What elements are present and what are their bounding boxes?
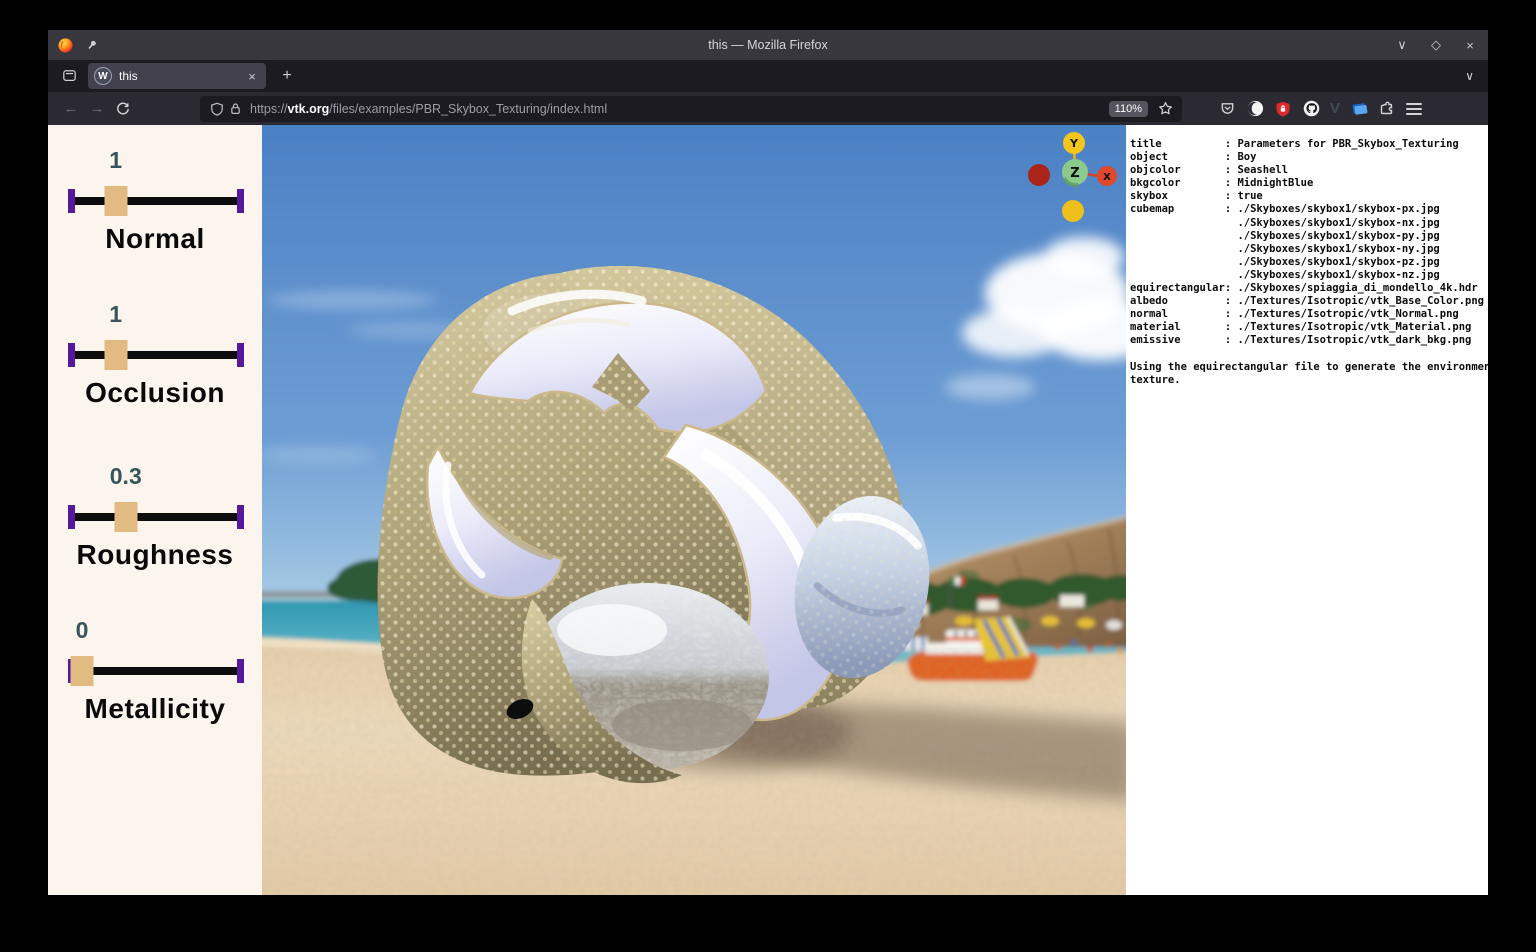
slider-value: 1 — [109, 301, 123, 327]
shield-icon[interactable] — [208, 100, 226, 118]
firefox-view-button[interactable] — [56, 65, 82, 87]
folder-extension-icon[interactable] — [1350, 100, 1368, 118]
slider-track[interactable] — [68, 656, 244, 686]
controls-sidebar: 1 Normal 1 Occlusion 0.3 Roughness 0 Met… — [48, 125, 262, 895]
lock-icon[interactable] — [226, 100, 244, 118]
axis-x-label: X — [1103, 172, 1111, 183]
slider-value: 1 — [109, 147, 123, 173]
page-content: 1 Normal 1 Occlusion 0.3 Roughness 0 Met… — [48, 125, 1488, 895]
slider-handle[interactable] — [114, 502, 138, 532]
v-extension-icon[interactable]: V — [1330, 100, 1340, 117]
firefox-window: this — Mozilla Firefox ∨ ◇ × W this × + … — [48, 30, 1488, 895]
tab-title: this — [119, 69, 138, 83]
occlusion-slider: 1 Occlusion — [48, 301, 262, 411]
window-title: this — Mozilla Firefox — [708, 38, 828, 52]
bookmark-star-icon[interactable] — [1156, 100, 1174, 118]
maximize-button[interactable]: ◇ — [1428, 37, 1444, 53]
wordpress-favicon-icon: W — [94, 67, 112, 85]
new-tab-button[interactable]: + — [276, 65, 298, 87]
close-button[interactable]: × — [1462, 38, 1478, 53]
metallicity-slider: 0 Metallicity — [48, 617, 262, 727]
slider-label: Metallicity — [84, 693, 226, 724]
menu-button[interactable] — [1406, 102, 1423, 115]
slider-label: Occlusion — [85, 377, 225, 408]
pocket-extension-icon[interactable] — [1218, 100, 1236, 118]
roughness-slider: 0.3 Roughness — [48, 463, 262, 573]
github-extension-icon[interactable] — [1302, 100, 1320, 118]
parameters-panel: title : Parameters for PBR_Skybox_Textur… — [1126, 125, 1488, 895]
slider-handle[interactable] — [104, 340, 128, 370]
slider-value: 0 — [75, 617, 89, 643]
slider-label: Normal — [105, 223, 205, 254]
back-button[interactable]: ← — [58, 97, 84, 121]
slider-handle[interactable] — [104, 186, 128, 216]
navigation-toolbar: ← → https://vtk.org/files/examples/PBR_S… — [48, 92, 1488, 125]
browser-tab[interactable]: W this × — [88, 63, 266, 89]
render-canvas[interactable]: Y Z X — [262, 125, 1126, 895]
url-text[interactable]: https://vtk.org/files/examples/PBR_Skybo… — [250, 102, 1109, 116]
pin-icon — [82, 36, 100, 54]
tab-close-button[interactable]: × — [244, 69, 260, 84]
url-bar[interactable]: https://vtk.org/files/examples/PBR_Skybo… — [200, 95, 1182, 122]
minimize-button[interactable]: ∨ — [1394, 37, 1410, 53]
axis-neg-x-handle — [1028, 164, 1050, 186]
forward-button[interactable]: → — [84, 97, 110, 121]
window-titlebar[interactable]: this — Mozilla Firefox ∨ ◇ × — [48, 30, 1488, 60]
slider-value: 0.3 — [109, 463, 142, 489]
shield-lock-extension-icon[interactable] — [1274, 100, 1292, 118]
page-zoom-badge[interactable]: 110% — [1108, 100, 1148, 117]
axis-y-label: Y — [1069, 137, 1079, 150]
axis-neg-y-handle — [1062, 200, 1084, 222]
moon-extension-icon[interactable] — [1246, 100, 1264, 118]
list-tabs-button[interactable]: ∨ — [1465, 69, 1474, 83]
slider-track[interactable] — [68, 186, 244, 216]
axis-z-label: Z — [1070, 166, 1079, 181]
tab-strip: W this × + ∨ — [48, 60, 1488, 92]
desktop-background: this — Mozilla Firefox ∨ ◇ × W this × + … — [0, 0, 1536, 952]
firefox-logo-icon — [56, 36, 74, 54]
parameters-text: title : Parameters for PBR_Skybox_Textur… — [1130, 138, 1488, 386]
slider-handle[interactable] — [70, 656, 94, 686]
slider-label: Roughness — [76, 539, 234, 570]
extensions-puzzle-icon[interactable] — [1378, 100, 1396, 118]
normal-slider: 1 Normal — [48, 147, 262, 257]
slider-track[interactable] — [68, 340, 244, 370]
slider-track[interactable] — [68, 502, 244, 532]
reload-button[interactable] — [110, 97, 136, 121]
